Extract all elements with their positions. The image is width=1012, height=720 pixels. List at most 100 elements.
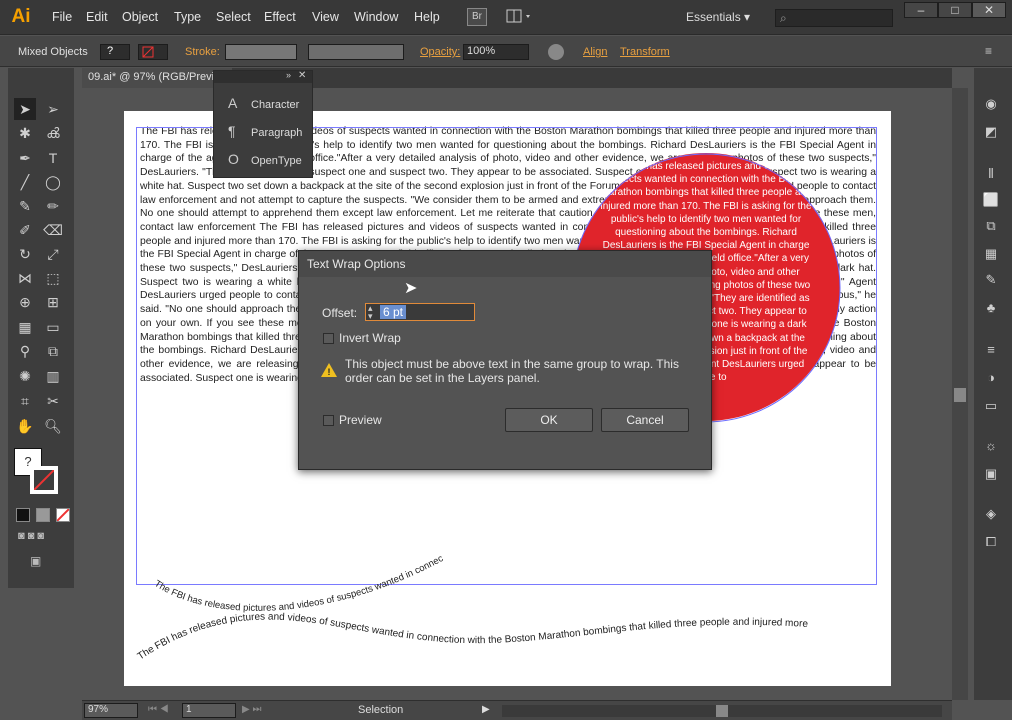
recolor-icon[interactable]: [548, 44, 564, 60]
opentype-panel-button[interactable]: OpenType: [251, 155, 302, 167]
transparency-icon[interactable]: ◑: [981, 370, 1001, 388]
horizontal-scrollbar[interactable]: [502, 705, 942, 717]
color-mode-icon[interactable]: [16, 508, 30, 522]
zoom-field[interactable]: 97%: [84, 703, 138, 718]
color-panel-icon[interactable]: ◩: [981, 124, 1001, 142]
type-tool-icon[interactable]: T: [42, 147, 64, 169]
perspective-grid-tool-icon[interactable]: ⊞: [42, 291, 64, 313]
paintbrush-tool-icon[interactable]: ✎: [14, 195, 36, 217]
vertical-scroll-thumb[interactable]: [954, 388, 966, 402]
opacity-field[interactable]: 100%: [463, 44, 529, 60]
invert-wrap-checkbox[interactable]: [323, 333, 334, 344]
symbol-sprayer-tool-icon[interactable]: ✺: [14, 365, 36, 387]
workspace-switcher[interactable]: Essentials ▾: [686, 10, 750, 24]
offset-field[interactable]: ▴ ▾ 6 pt: [365, 303, 475, 321]
align-panel-icon[interactable]: ⫴: [981, 166, 1001, 184]
graphic-styles-icon[interactable]: ▣: [981, 466, 1001, 484]
hand-tool-icon[interactable]: ✋: [14, 415, 36, 437]
screen-mode-icon[interactable]: ▣: [30, 554, 50, 570]
slice-tool-icon[interactable]: ✂: [42, 390, 64, 412]
symbols-icon[interactable]: ♣: [981, 300, 1001, 318]
width-tool-icon[interactable]: ⋈: [14, 267, 36, 289]
horizontal-scroll-thumb[interactable]: [716, 705, 728, 717]
zoom-tool-icon[interactable]: 🔍︎: [42, 415, 64, 437]
minimize-button[interactable]: –: [904, 2, 938, 18]
vertical-scrollbar[interactable]: [952, 88, 968, 700]
maximize-button[interactable]: □: [938, 2, 972, 18]
menu-edit[interactable]: Edit: [86, 10, 108, 24]
panel-collapse-icon[interactable]: »: [286, 70, 291, 80]
workspace-label: Essentials: [686, 10, 741, 24]
opacity-label[interactable]: Opacity:: [420, 46, 460, 58]
selection-tool-icon[interactable]: ➤: [14, 98, 36, 120]
stroke-weight-field[interactable]: [225, 44, 297, 60]
transform-panel-icon[interactable]: ⬜: [981, 192, 1001, 210]
character-panel-button[interactable]: Character: [251, 99, 299, 111]
menu-type[interactable]: Type: [174, 10, 201, 24]
menu-help[interactable]: Help: [414, 10, 440, 24]
menu-file[interactable]: File: [52, 10, 72, 24]
line-tool-icon[interactable]: ╱: [14, 171, 36, 193]
blend-tool-icon[interactable]: ⧉: [42, 340, 64, 362]
panel-close-icon[interactable]: ✕: [298, 70, 306, 81]
pencil-tool-icon[interactable]: ✏: [42, 195, 64, 217]
paragraph-panel-button[interactable]: Paragraph: [251, 127, 302, 139]
wave-path-text[interactable]: The FBI has released pictures and videos…: [136, 612, 809, 663]
document-tab[interactable]: 09.ai* @ 97% (RGB/Previ: [82, 68, 232, 88]
artboards-icon[interactable]: ⧠: [981, 534, 1001, 552]
menu-view[interactable]: View: [312, 10, 339, 24]
preview-checkbox[interactable]: [323, 415, 334, 426]
transform-link[interactable]: Transform: [620, 46, 670, 58]
cancel-button[interactable]: Cancel: [601, 408, 689, 432]
arc-path-text[interactable]: The FBI has released pictures and videos…: [124, 530, 445, 614]
variable-width-dropdown[interactable]: [308, 44, 404, 60]
pen-tool-icon[interactable]: ✒: [14, 147, 36, 169]
lasso-tool-icon[interactable]: ൿ: [42, 122, 64, 144]
next-artboard-icon[interactable]: ▶ ⏭: [242, 704, 261, 715]
align-link[interactable]: Align: [583, 46, 607, 58]
ok-button[interactable]: OK: [505, 408, 593, 432]
panel-menu-icon[interactable]: ≡: [985, 44, 1001, 60]
bridge-button[interactable]: Br: [467, 8, 487, 26]
direct-selection-tool-icon[interactable]: ➢: [42, 98, 64, 120]
arrange-documents-button[interactable]: [505, 8, 535, 26]
gradient-mode-icon[interactable]: [36, 508, 50, 522]
color-guide-icon[interactable]: ◉: [981, 96, 1001, 114]
stroke-panel-icon[interactable]: ≡: [981, 342, 1001, 360]
artboard-number-field[interactable]: 1: [182, 703, 236, 718]
scale-tool-icon[interactable]: ⤢: [42, 243, 64, 265]
mesh-tool-icon[interactable]: ▦: [14, 316, 36, 338]
menu-select[interactable]: Select: [216, 10, 251, 24]
menu-object[interactable]: Object: [122, 10, 158, 24]
stroke-swatch[interactable]: [138, 44, 168, 60]
brushes-icon[interactable]: ✎: [981, 272, 1001, 290]
gradient-panel-icon[interactable]: ▭: [981, 398, 1001, 416]
offset-stepper-icon[interactable]: ▴ ▾: [368, 304, 373, 321]
search-input[interactable]: ⌕: [775, 9, 893, 27]
first-artboard-icon[interactable]: ⏮ ◀: [148, 704, 169, 715]
menu-effect[interactable]: Effect: [264, 10, 296, 24]
stroke-color-box[interactable]: [30, 466, 58, 494]
swatches-icon[interactable]: ▦: [981, 246, 1001, 264]
fill-swatch[interactable]: ?: [100, 44, 130, 60]
graph-tool-icon[interactable]: ▥: [42, 365, 64, 387]
magic-wand-tool-icon[interactable]: ✱: [14, 122, 36, 144]
draw-modes-icon[interactable]: ◙ ◙ ◙: [18, 530, 68, 544]
blob-brush-tool-icon[interactable]: ✐: [14, 219, 36, 241]
ellipse-tool-icon[interactable]: ◯: [42, 171, 64, 193]
eraser-tool-icon[interactable]: ⌫: [42, 219, 64, 241]
pathfinder-icon[interactable]: ⧉: [981, 218, 1001, 236]
rotate-tool-icon[interactable]: ↻: [14, 243, 36, 265]
free-transform-tool-icon[interactable]: ⬚: [42, 267, 64, 289]
shape-builder-tool-icon[interactable]: ⊕: [14, 291, 36, 313]
status-menu-icon[interactable]: ▶: [482, 704, 490, 715]
appearance-icon[interactable]: ☼: [981, 438, 1001, 456]
artboard-tool-icon[interactable]: ⌗: [14, 390, 36, 412]
close-button[interactable]: ✕: [972, 2, 1006, 18]
menu-window[interactable]: Window: [354, 10, 398, 24]
layers-icon[interactable]: ◈: [981, 506, 1001, 524]
eyedropper-tool-icon[interactable]: ⚲: [14, 340, 36, 362]
none-mode-icon[interactable]: [56, 508, 70, 522]
gradient-tool-icon[interactable]: ▭: [42, 316, 64, 338]
dialog-title[interactable]: Text Wrap Options: [299, 251, 711, 277]
